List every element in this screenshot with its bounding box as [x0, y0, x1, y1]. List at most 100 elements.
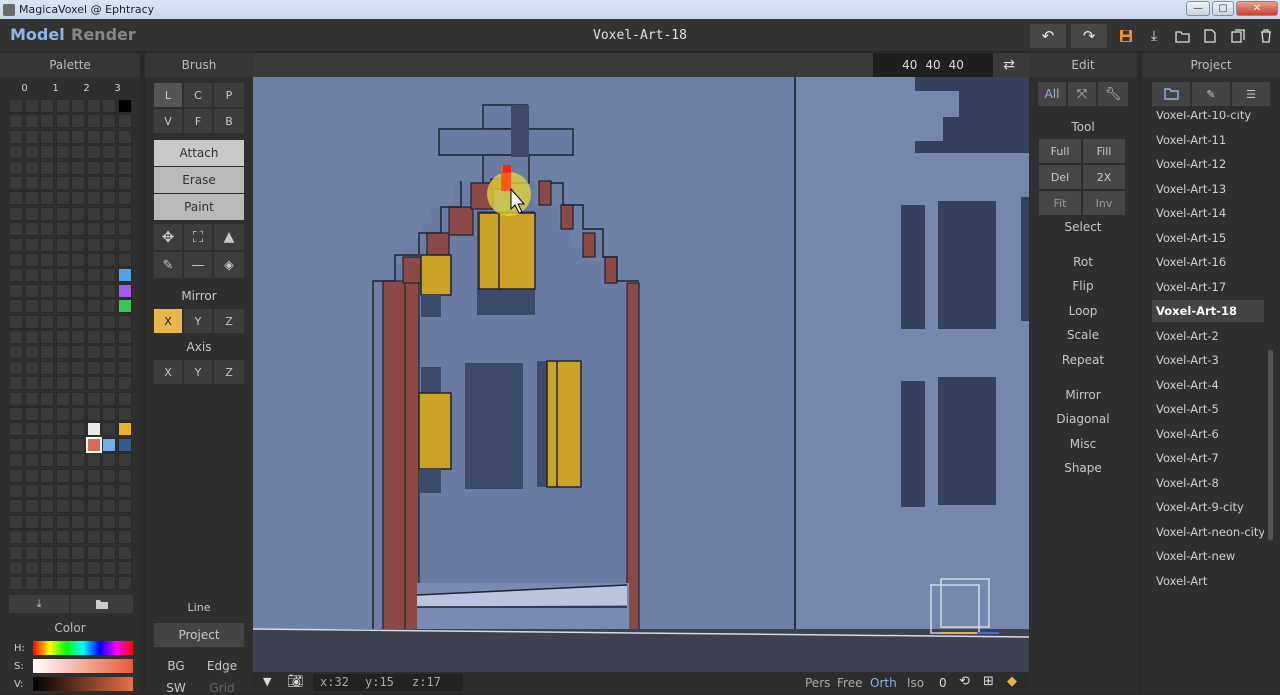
- palette-swatch[interactable]: [24, 561, 39, 575]
- redo-icon[interactable]: ↷: [1071, 24, 1107, 48]
- palette-swatch[interactable]: [9, 453, 23, 468]
- palette-swatch[interactable]: [55, 283, 70, 298]
- palette-swatch[interactable]: [55, 314, 70, 329]
- palette-swatch[interactable]: [9, 114, 23, 129]
- palette-col-2[interactable]: 2: [71, 83, 102, 99]
- palette-swatch[interactable]: [24, 314, 39, 329]
- brush-type-b[interactable]: B: [214, 109, 244, 133]
- palette-swatch[interactable]: [102, 391, 116, 406]
- palette-swatch[interactable]: [9, 283, 23, 298]
- palette-swatch[interactable]: [71, 391, 85, 406]
- palette-swatch[interactable]: [102, 176, 116, 190]
- palette-swatch[interactable]: [9, 376, 23, 391]
- brush-type-f[interactable]: F: [184, 109, 212, 133]
- palette-swatch[interactable]: [24, 283, 39, 298]
- palette-swatch[interactable]: [86, 530, 101, 545]
- tool-fit-button[interactable]: Fit: [1039, 191, 1081, 215]
- project-item[interactable]: Voxel-Art-9-city: [1152, 496, 1264, 518]
- project-item[interactable]: Voxel-Art-5: [1152, 398, 1264, 420]
- palette-swatch[interactable]: [40, 407, 54, 421]
- project-item[interactable]: Voxel-Art-6: [1152, 423, 1264, 445]
- palette-swatch[interactable]: [40, 222, 54, 237]
- edit-mirror[interactable]: Mirror: [1029, 388, 1137, 402]
- palette-swatch[interactable]: [9, 422, 23, 437]
- palette-col-1[interactable]: 1: [40, 83, 71, 99]
- palette-swatch[interactable]: [86, 314, 101, 329]
- palette-swatch[interactable]: [40, 191, 54, 206]
- palette-swatch[interactable]: [102, 99, 116, 113]
- palette-swatch[interactable]: [24, 99, 39, 113]
- palette-swatch[interactable]: [40, 561, 54, 575]
- palette-swatch[interactable]: [40, 545, 54, 560]
- palette-swatch[interactable]: [102, 129, 116, 144]
- palette-swatch[interactable]: [24, 391, 39, 406]
- move-icon[interactable]: ✥: [154, 224, 182, 250]
- palette-swatch[interactable]: [9, 514, 23, 529]
- maximize-button[interactable]: ▢: [1212, 1, 1234, 16]
- palette-swatch[interactable]: [24, 222, 39, 237]
- open-folder-icon[interactable]: [1171, 25, 1193, 47]
- palette-swatch[interactable]: [9, 314, 23, 329]
- palette-swatch[interactable]: [9, 253, 23, 267]
- palette-swatch[interactable]: [55, 530, 70, 545]
- palette-swatch[interactable]: [71, 160, 85, 175]
- camera-icon[interactable]: 📷︎: [287, 674, 304, 689]
- tool-del-button[interactable]: Del: [1039, 165, 1081, 189]
- view-orth[interactable]: Orth: [870, 676, 897, 690]
- palette-swatch[interactable]: [71, 360, 85, 375]
- edge-toggle[interactable]: Edge: [201, 659, 243, 673]
- palette-swatch[interactable]: [102, 191, 116, 206]
- palette-swatch[interactable]: [102, 206, 116, 221]
- palette-swatch[interactable]: [40, 268, 54, 283]
- palette-swatch[interactable]: [55, 484, 70, 498]
- palette-swatch[interactable]: [71, 514, 85, 529]
- palette-swatch[interactable]: [24, 422, 39, 437]
- palette-swatch[interactable]: [102, 453, 116, 468]
- palette-swatch[interactable]: [40, 468, 54, 483]
- tab-model[interactable]: Model: [10, 25, 65, 44]
- palette-swatch[interactable]: [71, 453, 85, 468]
- palette-swatch[interactable]: [71, 330, 85, 344]
- palette-swatch[interactable]: [71, 484, 85, 498]
- size-z[interactable]: 40: [949, 58, 964, 72]
- palette-swatch[interactable]: [102, 561, 116, 575]
- rotate-view-icon[interactable]: ⟲: [959, 674, 970, 689]
- palette-swatch[interactable]: [24, 407, 39, 421]
- palette-swatch[interactable]: [55, 268, 70, 283]
- palette-swatch[interactable]: [71, 99, 85, 113]
- palette-swatch[interactable]: [86, 268, 101, 283]
- palette-swatch[interactable]: [71, 468, 85, 483]
- edit-select[interactable]: Select: [1029, 220, 1137, 234]
- palette-swatch[interactable]: [55, 99, 70, 113]
- palette-swatch[interactable]: [40, 160, 54, 175]
- palette-swatch[interactable]: [55, 391, 70, 406]
- palette-swatch[interactable]: [24, 253, 39, 267]
- palette-swatch[interactable]: [40, 206, 54, 221]
- new-file-icon[interactable]: [1199, 25, 1221, 47]
- palette-swatch[interactable]: [86, 253, 101, 267]
- project-item[interactable]: Voxel-Art-16: [1152, 251, 1264, 273]
- palette-swatch[interactable]: [71, 222, 85, 237]
- palette-swatch[interactable]: [40, 299, 54, 314]
- palette-swatch[interactable]: [55, 176, 70, 190]
- palette-swatch[interactable]: [55, 360, 70, 375]
- palette-swatch[interactable]: [86, 330, 101, 344]
- palette-swatch[interactable]: [86, 576, 101, 591]
- project-item[interactable]: Voxel-Art-neon-city: [1152, 521, 1264, 543]
- palette-swatch[interactable]: [40, 345, 54, 360]
- palette-swatch[interactable]: [117, 345, 132, 360]
- palette-swatch[interactable]: [24, 499, 39, 514]
- palette-swatch[interactable]: [117, 437, 132, 452]
- brush-type-v[interactable]: V: [154, 109, 182, 133]
- palette-swatch[interactable]: [117, 576, 132, 591]
- mirror-z-toggle[interactable]: Z: [214, 309, 244, 333]
- palette-swatch[interactable]: [40, 99, 54, 113]
- close-button[interactable]: ✕: [1236, 1, 1278, 16]
- project-item[interactable]: Voxel-Art-18: [1152, 300, 1264, 322]
- palette-swatch[interactable]: [9, 576, 23, 591]
- minimize-button[interactable]: —: [1186, 1, 1210, 16]
- palette-swatch[interactable]: [86, 422, 101, 437]
- palette-swatch[interactable]: [117, 468, 132, 483]
- palette-swatch[interactable]: [117, 253, 132, 267]
- project-button[interactable]: Project: [154, 623, 244, 647]
